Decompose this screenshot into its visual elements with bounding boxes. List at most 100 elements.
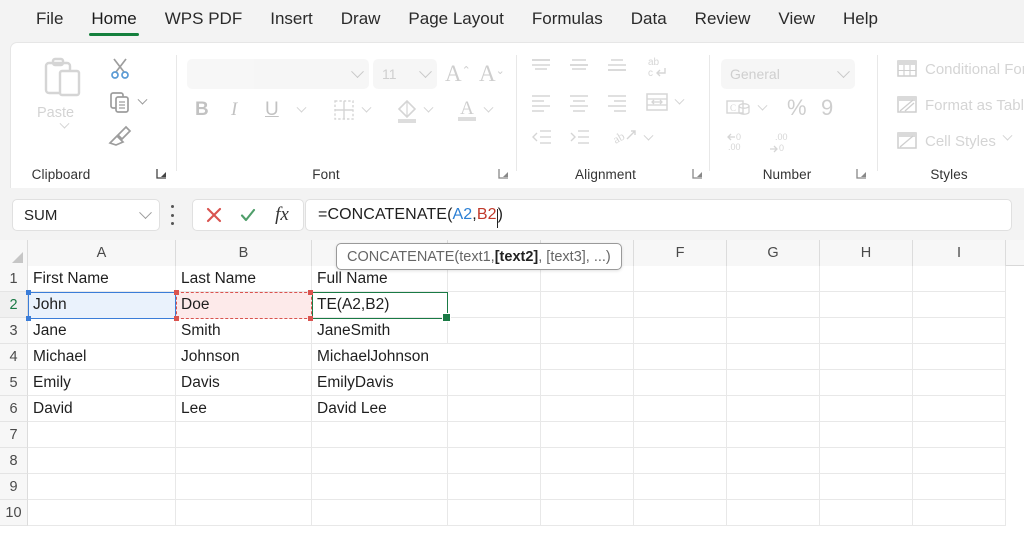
- merge-dropdown-chevron-icon[interactable]: [674, 94, 685, 106]
- row-header-1[interactable]: 1: [0, 266, 28, 292]
- cell-A9[interactable]: [28, 474, 176, 500]
- number-format-combo[interactable]: General: [721, 59, 855, 89]
- tab-data[interactable]: Data: [617, 5, 681, 38]
- cell-H3[interactable]: [820, 318, 913, 344]
- cell-I10[interactable]: [913, 500, 1006, 526]
- cell-B9[interactable]: [176, 474, 312, 500]
- cell-I4[interactable]: [913, 344, 1006, 370]
- cell-F1[interactable]: [634, 266, 727, 292]
- cell-G4[interactable]: [727, 344, 820, 370]
- row-header-8[interactable]: 8: [0, 448, 28, 474]
- cell-C8[interactable]: [312, 448, 448, 474]
- cell-E6[interactable]: [541, 396, 634, 422]
- cell-A10[interactable]: [28, 500, 176, 526]
- cell-styles-button[interactable]: Cell Styles: [897, 130, 1013, 151]
- cell-H4[interactable]: [820, 344, 913, 370]
- align-middle-icon[interactable]: [567, 57, 591, 82]
- cell-F9[interactable]: [634, 474, 727, 500]
- accounting-dropdown-chevron-icon[interactable]: [757, 100, 768, 112]
- insert-function-button[interactable]: fx: [265, 201, 299, 229]
- cell-A6[interactable]: David: [28, 396, 176, 422]
- cell-F3[interactable]: [634, 318, 727, 344]
- row-header-5[interactable]: 5: [0, 370, 28, 396]
- cell-I5[interactable]: [913, 370, 1006, 396]
- align-left-icon[interactable]: [529, 93, 553, 118]
- cell-D6[interactable]: [448, 396, 541, 422]
- underline-dropdown-chevron-icon[interactable]: [296, 102, 307, 114]
- cell-G5[interactable]: [727, 370, 820, 396]
- reference-handle-b2-tr[interactable]: [308, 290, 313, 295]
- font-size-combo[interactable]: 11: [373, 59, 437, 89]
- cell-I1[interactable]: [913, 266, 1006, 292]
- cut-icon[interactable]: [109, 57, 131, 84]
- tab-page-layout[interactable]: Page Layout: [394, 5, 517, 38]
- reference-handle-b2-tl[interactable]: [174, 290, 179, 295]
- font-color-dropdown-chevron-icon[interactable]: [483, 102, 494, 114]
- cell-C7[interactable]: [312, 422, 448, 448]
- column-header-a[interactable]: A: [28, 240, 176, 266]
- cell-C3[interactable]: JaneSmith: [312, 318, 448, 344]
- cell-C4[interactable]: MichaelJohnson: [312, 344, 448, 370]
- cell-H1[interactable]: [820, 266, 913, 292]
- cell-E5[interactable]: [541, 370, 634, 396]
- increase-decimal-icon[interactable]: 0 .00: [725, 131, 755, 158]
- cell-B3[interactable]: Smith: [176, 318, 312, 344]
- cell-F4[interactable]: [634, 344, 727, 370]
- decrease-decimal-icon[interactable]: .00 0: [767, 131, 797, 158]
- cell-C2[interactable]: [312, 292, 448, 318]
- cell-I2[interactable]: [913, 292, 1006, 318]
- cell-H9[interactable]: [820, 474, 913, 500]
- cell-F10[interactable]: [634, 500, 727, 526]
- decrease-indent-icon[interactable]: [529, 129, 553, 152]
- fill-color-dropdown-chevron-icon[interactable]: [423, 102, 434, 114]
- cell-C6[interactable]: David Lee: [312, 396, 448, 422]
- formula-bar-more-options[interactable]: [170, 205, 174, 225]
- tab-view[interactable]: View: [764, 5, 829, 38]
- cell-I3[interactable]: [913, 318, 1006, 344]
- cell-D9[interactable]: [448, 474, 541, 500]
- increase-font-size-icon[interactable]: A⌃: [445, 61, 471, 87]
- tab-formulas[interactable]: Formulas: [518, 5, 617, 38]
- cell-A3[interactable]: Jane: [28, 318, 176, 344]
- cell-D2[interactable]: [448, 292, 541, 318]
- cell-H8[interactable]: [820, 448, 913, 474]
- bold-icon[interactable]: B: [195, 99, 209, 121]
- cell-I8[interactable]: [913, 448, 1006, 474]
- font-name-combo[interactable]: [187, 59, 369, 89]
- cell-E9[interactable]: [541, 474, 634, 500]
- column-header-g[interactable]: G: [727, 240, 820, 266]
- row-header-3[interactable]: 3: [0, 318, 28, 344]
- cell-D8[interactable]: [448, 448, 541, 474]
- cell-F6[interactable]: [634, 396, 727, 422]
- cell-H6[interactable]: [820, 396, 913, 422]
- copy-icon[interactable]: [109, 91, 131, 118]
- cell-B7[interactable]: [176, 422, 312, 448]
- text-orientation-icon[interactable]: ab: [610, 127, 639, 154]
- tab-review[interactable]: Review: [681, 5, 765, 38]
- row-header-4[interactable]: 4: [0, 344, 28, 370]
- cell-C9[interactable]: [312, 474, 448, 500]
- cell-G9[interactable]: [727, 474, 820, 500]
- confirm-formula-button[interactable]: [231, 201, 265, 229]
- column-header-i[interactable]: I: [913, 240, 1006, 266]
- cell-B8[interactable]: [176, 448, 312, 474]
- cell-G1[interactable]: [727, 266, 820, 292]
- select-all-corner[interactable]: [0, 240, 28, 266]
- tab-help[interactable]: Help: [829, 5, 892, 38]
- cell-F7[interactable]: [634, 422, 727, 448]
- formula-input[interactable]: =CONCATENATE(A2, B2): [305, 199, 1012, 231]
- italic-icon[interactable]: I: [231, 99, 237, 121]
- cell-H2[interactable]: [820, 292, 913, 318]
- cell-B1[interactable]: Last Name: [176, 266, 312, 292]
- cell-C5[interactable]: EmilyDavis: [312, 370, 448, 396]
- cell-D3[interactable]: [448, 318, 541, 344]
- name-box[interactable]: SUM: [12, 199, 160, 231]
- cell-E8[interactable]: [541, 448, 634, 474]
- tab-wps-pdf[interactable]: WPS PDF: [151, 5, 256, 38]
- orientation-dropdown-chevron-icon[interactable]: [643, 130, 654, 142]
- cell-A4[interactable]: Michael: [28, 344, 176, 370]
- cell-B4[interactable]: Johnson: [176, 344, 312, 370]
- cell-F5[interactable]: [634, 370, 727, 396]
- conditional-formatting-button[interactable]: Conditional For: [897, 59, 1024, 79]
- cell-E2[interactable]: [541, 292, 634, 318]
